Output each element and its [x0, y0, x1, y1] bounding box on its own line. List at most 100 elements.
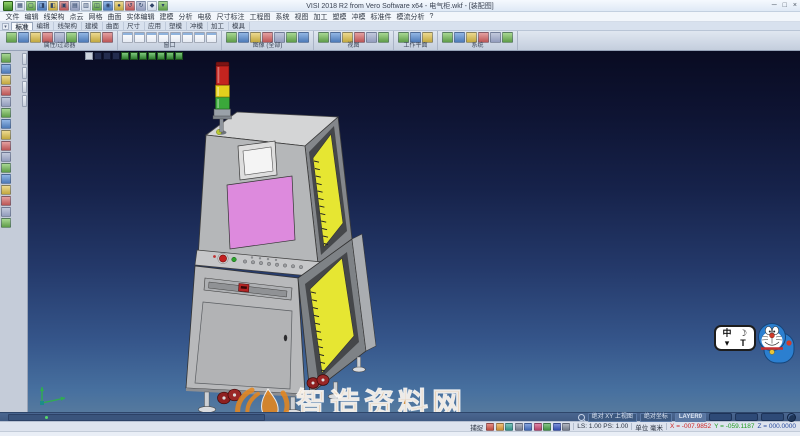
filter-settings-icon[interactable]	[102, 32, 113, 43]
extend-icon[interactable]	[1, 174, 11, 184]
rotate-orbit-icon[interactable]	[94, 52, 102, 60]
options-icon[interactable]	[490, 32, 501, 43]
save-icon[interactable]: ▣	[59, 1, 69, 11]
menu-item-曲面[interactable]: 曲面	[105, 12, 124, 22]
snap-point-icon[interactable]	[496, 423, 504, 431]
toolbar-handle[interactable]	[22, 95, 27, 107]
redo-icon[interactable]: ↻	[136, 1, 146, 11]
qat-overflow-icon[interactable]: ▾	[158, 1, 168, 11]
hidden-line-icon[interactable]	[250, 32, 261, 43]
line-weight-icon[interactable]	[30, 32, 41, 43]
rotate-view-icon[interactable]	[354, 32, 365, 43]
point-icon[interactable]	[1, 75, 11, 85]
close-window-icon[interactable]	[206, 32, 217, 43]
wireframe-view-icon[interactable]	[238, 32, 249, 43]
select-icon[interactable]	[1, 53, 11, 63]
named-view-icon[interactable]	[378, 32, 389, 43]
zoom-window-icon[interactable]	[330, 32, 341, 43]
chamfer-icon[interactable]	[1, 152, 11, 162]
toolbar-handle[interactable]	[22, 81, 27, 93]
toolbar-tab-塑模[interactable]: 塑模	[166, 22, 187, 30]
calculator-icon[interactable]	[454, 32, 465, 43]
surface-filter-icon[interactable]	[78, 32, 89, 43]
new-window-icon[interactable]	[122, 32, 133, 43]
bottom-view-icon[interactable]	[157, 52, 165, 60]
tile-horizontal-icon[interactable]	[182, 32, 193, 43]
menu-item-实体编辑[interactable]: 实体编辑	[124, 12, 157, 22]
pan-view-icon[interactable]	[342, 32, 353, 43]
element-color-icon[interactable]	[6, 32, 17, 43]
toolbar-tab-模具[interactable]: 模具	[229, 22, 250, 30]
units-indicator[interactable]: 单位 毫米	[635, 422, 663, 432]
render-icon[interactable]	[274, 32, 285, 43]
menu-item-模流分析[interactable]: 模流分析	[394, 12, 427, 22]
menu-item-?[interactable]: ?	[427, 13, 436, 20]
previous-view-icon[interactable]	[366, 32, 377, 43]
ime-key-2[interactable]: T	[740, 338, 746, 348]
back-view-icon[interactable]	[139, 52, 147, 60]
viewport-config-icon[interactable]	[85, 52, 93, 60]
menu-item-工程图[interactable]: 工程图	[247, 12, 273, 22]
menu-item-标准件[interactable]: 标准件	[368, 12, 394, 22]
viewport-canvas[interactable]: 智造资料网 中 ☽ ▾ T	[28, 51, 800, 412]
material-sphere-icon[interactable]: ●	[114, 1, 124, 11]
save-all-icon[interactable]: ▤	[70, 1, 80, 11]
toolbar-tab-标准[interactable]: 标准	[11, 22, 33, 30]
print-icon[interactable]: ▥	[81, 1, 91, 11]
status-button-2[interactable]	[735, 413, 758, 421]
menu-item-线架构[interactable]: 线架构	[41, 12, 67, 22]
workplane-entity-icon[interactable]	[422, 32, 433, 43]
settings-icon[interactable]	[442, 32, 453, 43]
tile-vertical-icon[interactable]	[194, 32, 205, 43]
menu-item-建模[interactable]: 建模	[157, 12, 176, 22]
zoom-dynamic-icon[interactable]	[103, 52, 111, 60]
menu-item-编辑[interactable]: 编辑	[22, 12, 41, 22]
copy-icon[interactable]: ◫	[92, 1, 102, 11]
toolbar-tab-建模[interactable]: 建模	[82, 22, 103, 30]
measure-icon[interactable]	[1, 207, 11, 217]
maximize-button[interactable]: □	[783, 1, 787, 11]
grid-view-icon[interactable]: ▦	[15, 1, 25, 11]
toolbar-handle[interactable]	[22, 67, 27, 79]
toolbar-tab-加工[interactable]: 加工	[208, 22, 229, 30]
paintbrush-icon[interactable]: ◉	[103, 1, 113, 11]
status-button-3[interactable]	[761, 413, 784, 421]
workplane-xy-icon[interactable]	[398, 32, 409, 43]
menu-item-点云[interactable]: 点云	[67, 12, 86, 22]
snap-nearest-icon[interactable]	[562, 423, 570, 431]
line-type-icon[interactable]	[18, 32, 29, 43]
transparency-icon[interactable]	[262, 32, 273, 43]
snap-quadrant-icon[interactable]	[534, 423, 542, 431]
open-folder-icon[interactable]: ◨	[37, 1, 47, 11]
arc-icon[interactable]	[1, 97, 11, 107]
database-icon[interactable]	[478, 32, 489, 43]
circle-icon[interactable]	[1, 108, 11, 118]
mirror-icon[interactable]	[1, 196, 11, 206]
menu-item-塑模[interactable]: 塑模	[330, 12, 349, 22]
toolbar-tab-尺寸[interactable]: 尺寸	[124, 22, 145, 30]
stamp-icon[interactable]: ◆	[147, 1, 157, 11]
four-views-icon[interactable]	[158, 32, 169, 43]
snap-grid-icon[interactable]	[486, 423, 494, 431]
snap-center-icon[interactable]	[515, 423, 523, 431]
help-icon[interactable]	[502, 32, 513, 43]
menu-item-文件[interactable]: 文件	[3, 12, 22, 22]
menu-item-电极[interactable]: 电极	[195, 12, 214, 22]
toolbar-tab-曲面[interactable]: 曲面	[103, 22, 124, 30]
offset-icon[interactable]	[1, 185, 11, 195]
front-view-icon[interactable]	[130, 52, 138, 60]
left-view-icon[interactable]	[166, 52, 174, 60]
erase-icon[interactable]	[1, 64, 11, 74]
ime-key-1[interactable]: ▾	[725, 338, 730, 348]
ime-moon-icon[interactable]: ☽	[739, 328, 747, 338]
toolbar-handle[interactable]	[22, 53, 27, 65]
menu-item-冲模[interactable]: 冲模	[349, 12, 368, 22]
search-icon[interactable]	[578, 414, 585, 421]
coord-mode-indicator[interactable]: 绝对坐标	[640, 413, 672, 422]
compass-icon[interactable]	[787, 413, 796, 422]
two-views-icon[interactable]	[146, 32, 157, 43]
snap-tangent-icon[interactable]	[543, 423, 551, 431]
tab-overflow-icon[interactable]: ▾	[2, 23, 9, 30]
toolbar-tab-线架构[interactable]: 线架构	[54, 22, 82, 30]
menu-item-尺寸标注[interactable]: 尺寸标注	[214, 12, 247, 22]
